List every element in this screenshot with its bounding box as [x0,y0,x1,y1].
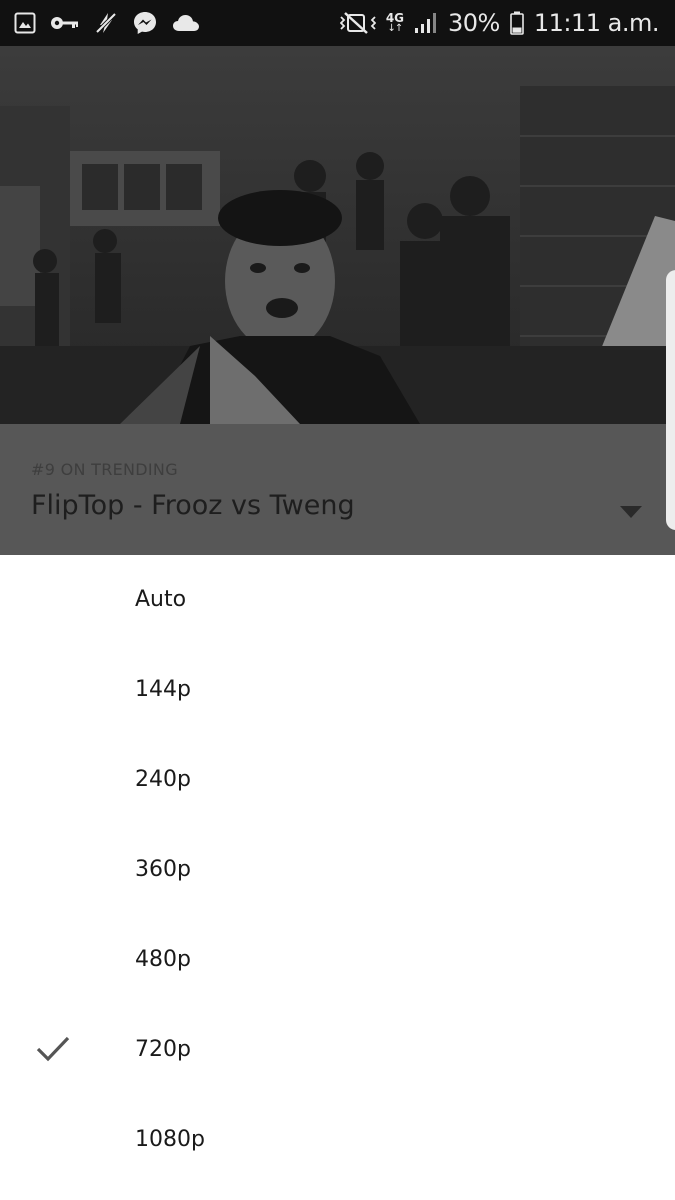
quality-option-label: 144p [135,677,191,702]
signal-icon [414,12,438,34]
quality-menu: Auto 144p 240p 360p 480p 720p 1080p [0,555,675,1200]
quality-option-label: 360p [135,857,191,882]
mute-icon [339,11,376,35]
battery-icon [510,11,524,35]
quality-option-label: Auto [135,587,187,612]
network-4g-icon: 4G ↓↑ [386,12,404,34]
cloud-icon [172,13,200,33]
check-icon [36,1036,70,1062]
chevron-down-icon[interactable] [619,504,643,520]
status-bar: 4G ↓↑ 30% 11:11 a.m. [0,0,675,46]
quality-option-label: 480p [135,947,191,972]
quality-option-480p[interactable]: 480p [0,915,675,1005]
quality-option-label: 1080p [135,1127,205,1152]
quality-option-1080p[interactable]: 1080p [0,1095,675,1185]
quality-option-144p[interactable]: 144p [0,645,675,735]
clock: 11:11 a.m. [533,9,660,37]
quality-option-720p[interactable]: 720p [0,1005,675,1095]
video-player[interactable] [0,46,675,424]
quality-option-240p[interactable]: 240p [0,735,675,825]
status-right-indicators: 4G ↓↑ 30% 11:11 a.m. [339,8,660,38]
quality-option-360p[interactable]: 360p [0,825,675,915]
quality-option-auto[interactable]: Auto [0,555,675,645]
gallery-icon [14,12,36,34]
status-left-icons [14,10,200,36]
video-frame-image [0,46,675,424]
video-title: FlipTop - Frooz vs Tweng [31,490,355,521]
quality-option-label: 720p [135,1037,191,1062]
messenger-icon [132,10,158,36]
no-charging-icon [94,11,118,35]
battery-percent: 30% [448,9,500,37]
quality-option-label: 240p [135,767,191,792]
trending-label: #9 ON TRENDING [31,460,178,479]
key-icon [50,14,80,32]
network-activity: ↓↑ [387,23,404,34]
edge-panel-handle[interactable] [666,270,675,530]
video-info-panel: #9 ON TRENDING FlipTop - Frooz vs Tweng [0,424,675,555]
